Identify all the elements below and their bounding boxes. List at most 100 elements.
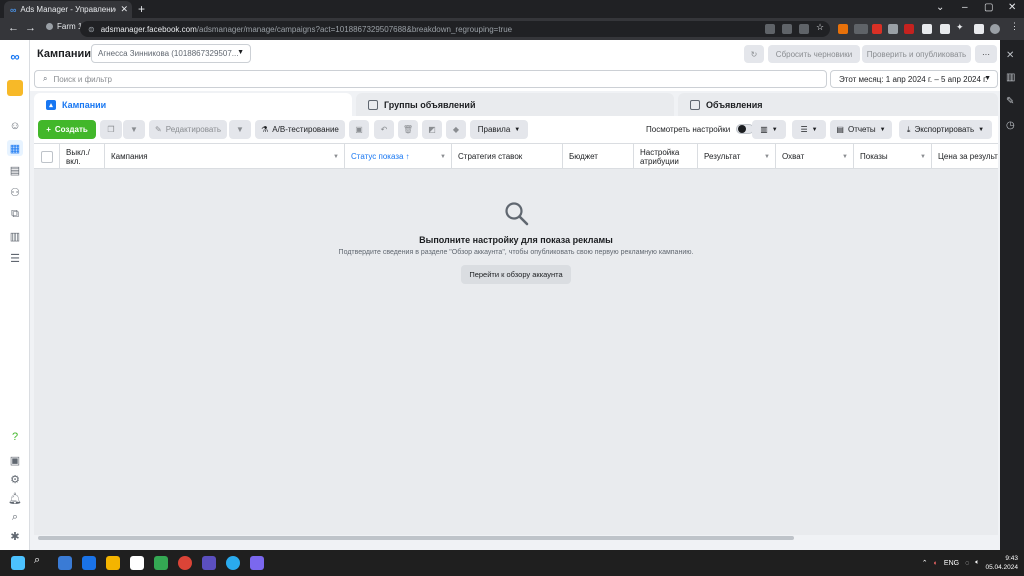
close-tab-icon[interactable]: ✕ <box>120 4 132 15</box>
ab-test-button[interactable]: ⚗ A/B-тестирование <box>255 120 345 139</box>
view-settings[interactable]: Посмотреть настройки <box>646 124 755 134</box>
share-icon[interactable] <box>799 24 809 34</box>
column-header-results[interactable]: Результат ▼ <box>698 144 776 169</box>
app-taskview-icon[interactable] <box>58 556 72 570</box>
archive-button[interactable]: ▣ <box>349 120 369 139</box>
column-header-reach[interactable]: Охват ▼ <box>776 144 854 169</box>
search-nav-icon[interactable]: ⌕ <box>7 509 23 525</box>
campaigns-grid-icon[interactable]: ▦ <box>7 140 23 156</box>
column-header-impressions[interactable]: Показы ▼ <box>854 144 932 169</box>
forward-icon[interactable]: → <box>25 22 36 34</box>
horizontal-scrollbar[interactable] <box>34 535 998 541</box>
back-icon[interactable]: ← <box>8 22 19 34</box>
browser-menu-icon[interactable]: ⋮ <box>1010 21 1020 31</box>
clock[interactable]: 9:43 05.04.2024 <box>985 554 1018 572</box>
maximize-icon[interactable]: ▢ <box>984 2 993 13</box>
rules-button[interactable]: Правила ▼ <box>470 120 528 139</box>
column-header-toggle[interactable]: Выкл./ вкл. <box>60 144 105 169</box>
figma-icon[interactable] <box>130 556 144 570</box>
column-header-budget[interactable]: Бюджет <box>563 144 634 169</box>
browser-tab[interactable]: ∞ Ads Manager - Управление рек ✕ <box>4 1 132 18</box>
dashboard-icon[interactable]: ☺ <box>7 118 23 134</box>
breakdown-button[interactable]: ☰ ▼ <box>792 120 826 139</box>
app-bluex-icon[interactable] <box>82 556 96 570</box>
date-range-picker[interactable]: Этот месяц: 1 апр 2024 г. – 5 апр 2024 г… <box>830 70 998 88</box>
select-all-checkbox[interactable] <box>40 150 53 163</box>
translate-icon[interactable] <box>782 24 792 34</box>
duplicate-button[interactable]: ❐ <box>100 120 122 139</box>
sheets-icon[interactable] <box>154 556 168 570</box>
extension-search-icon[interactable] <box>940 24 950 34</box>
close-window-icon[interactable]: ✕ <box>1008 2 1016 13</box>
site-info-icon[interactable]: ⊜ <box>88 25 95 34</box>
more-options-button[interactable]: ··· <box>975 45 997 63</box>
creative-hub-icon[interactable]: ⧉ <box>7 206 23 222</box>
bookmark-star-icon[interactable]: ☆ <box>816 22 826 32</box>
new-tab-button[interactable]: + <box>138 2 145 16</box>
wifi-icon[interactable]: ◌ <box>965 560 969 567</box>
settings-gear-icon[interactable]: ⚙ <box>7 471 23 487</box>
columns-button[interactable]: ▥ ▼ <box>752 120 786 139</box>
export-button[interactable]: ⤓ Экспортировать ▼ <box>899 120 992 139</box>
column-header-status[interactable]: Статус показа ↑ ▼ <box>345 144 452 169</box>
file-explorer-icon[interactable] <box>106 556 120 570</box>
billing-icon[interactable]: ▥ <box>7 228 23 244</box>
meta-logo-icon[interactable]: ∞ <box>7 48 23 64</box>
extension-orange-icon[interactable] <box>838 24 848 34</box>
volume-icon[interactable]: 🔈︎ <box>975 559 979 567</box>
go-to-account-overview-button[interactable]: Перейти к обзору аккаунта <box>461 265 571 284</box>
duplicate-dropdown-button[interactable]: ▼ <box>123 120 145 139</box>
select-all-checkbox-cell[interactable] <box>34 144 60 169</box>
tag-button[interactable]: ◆ <box>446 120 466 139</box>
account-selector[interactable]: Агнесса Зинникова (1018867329507... ▼ <box>91 44 251 63</box>
edit-button[interactable]: ✎ Редактировать <box>149 120 227 139</box>
minimize-icon[interactable]: – <box>962 2 968 13</box>
extension-cloud-icon[interactable] <box>888 24 898 34</box>
profile-chip[interactable]: Farm 1 <box>46 22 82 31</box>
tab-campaigns[interactable]: ▴ Кампании <box>34 93 352 116</box>
search-input[interactable]: ⌕ Поиск и фильтр <box>34 70 827 88</box>
profile-icon[interactable] <box>990 24 1000 34</box>
undo-button[interactable]: ↶ <box>374 120 394 139</box>
audiences-icon[interactable]: ⚇ <box>7 184 23 200</box>
cast-icon[interactable] <box>765 24 775 34</box>
telegram-icon[interactable] <box>226 556 240 570</box>
review-publish-button[interactable]: Проверить и опубликовать <box>862 45 971 63</box>
search-taskbar-icon[interactable]: ⌕ <box>34 554 48 568</box>
preview-button[interactable]: ◩ <box>422 120 442 139</box>
chrome-icon[interactable] <box>178 556 192 570</box>
column-header-campaign[interactable]: Кампания ▼ <box>105 144 345 169</box>
chevron-up-icon[interactable]: ⌃ <box>922 559 928 567</box>
account-avatar-icon[interactable] <box>7 80 23 96</box>
column-header-bid-strategy[interactable]: Стратегия ставок <box>452 144 563 169</box>
app-active-icon[interactable] <box>250 556 264 570</box>
discard-drafts-button[interactable]: Сбросить черновики <box>768 45 860 63</box>
tab-ads[interactable]: Объявления <box>678 93 998 116</box>
bug-report-icon[interactable]: ✱ <box>7 528 23 544</box>
tab-search-icon[interactable]: ⌄ <box>936 2 944 13</box>
app-purple-icon[interactable] <box>202 556 216 570</box>
history-clock-icon[interactable]: ◷ <box>1006 120 1015 131</box>
edit-dropdown-button[interactable]: ▼ <box>229 120 251 139</box>
language-indicator[interactable]: ENG <box>944 560 959 567</box>
side-panel-icon[interactable] <box>974 24 984 34</box>
extension-gray-icon[interactable] <box>854 24 868 34</box>
network-icon[interactable]: ◐ <box>934 560 938 567</box>
extension-red-icon[interactable] <box>872 24 882 34</box>
notifications-bell-icon[interactable]: 🔔︎ <box>7 490 23 506</box>
analytics-chart-icon[interactable]: ▥ <box>1006 72 1015 83</box>
tab-ad-sets[interactable]: Группы объявлений <box>356 93 674 116</box>
windows-start-icon[interactable] <box>11 556 25 570</box>
column-header-cost-per-result[interactable]: Цена за результ <box>932 144 998 169</box>
extension-record-icon[interactable] <box>904 24 914 34</box>
extension-qr-icon[interactable] <box>922 24 932 34</box>
close-panel-icon[interactable]: ✕ <box>1006 50 1014 61</box>
extensions-puzzle-icon[interactable]: ✦ <box>956 22 966 32</box>
all-tools-menu-icon[interactable]: ☰ <box>7 250 23 266</box>
delete-button[interactable]: 🗑︎ <box>398 120 418 139</box>
help-icon[interactable]: ? <box>7 429 23 445</box>
create-button[interactable]: + Создать <box>38 120 96 139</box>
reports-button[interactable]: ▤ Отчеты ▼ <box>830 120 892 139</box>
edit-pencil-icon[interactable]: ✎ <box>1006 96 1014 107</box>
refresh-button[interactable]: ↻ <box>744 45 764 63</box>
